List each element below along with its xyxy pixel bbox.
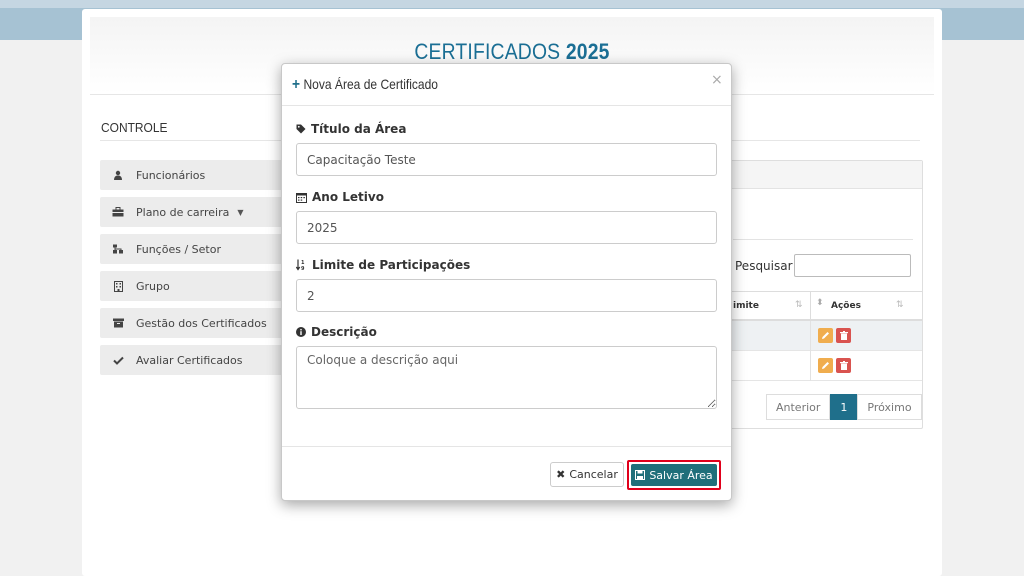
- sort-icon[interactable]: ⇅: [896, 300, 904, 310]
- descricao-textarea[interactable]: [296, 346, 717, 409]
- divider: [810, 321, 811, 351]
- modal-header: + Nova Área de Certificado ×: [282, 64, 731, 106]
- titulo-input[interactable]: [296, 143, 717, 176]
- cancel-button[interactable]: ✖ Cancelar: [550, 462, 624, 487]
- info-icon: [296, 327, 306, 337]
- table-header-row: imite ⇅ ⬍ Ações ⇅: [723, 291, 922, 321]
- new-area-modal: + Nova Área de Certificado × Título da Ár…: [281, 63, 732, 501]
- page-title: CERTIFICADOS 2025: [141, 39, 884, 65]
- briefcase-icon: [110, 207, 126, 217]
- divider: [733, 239, 913, 240]
- sidebar-item-funcionarios[interactable]: Funcionários: [100, 160, 300, 190]
- close-icon[interactable]: ×: [711, 72, 723, 88]
- sidebar-item-label: Funcionários: [136, 168, 206, 182]
- modal-title: + Nova Área de Certificado: [292, 76, 438, 94]
- save-button-label: Salvar Área: [649, 468, 713, 482]
- table-row: [723, 321, 922, 351]
- page-title-prefix: CERTIFICADOS: [414, 39, 561, 64]
- sort-icon: ⬍: [816, 298, 824, 308]
- column-header-acoes[interactable]: Ações: [831, 301, 861, 311]
- sidebar-item-plano-de-carreira[interactable]: Plano de carreira ▼: [100, 197, 300, 227]
- titulo-label-text: Título da Área: [311, 122, 407, 136]
- tag-icon: [296, 124, 306, 134]
- close-icon: ✖: [556, 468, 566, 481]
- pagination-next[interactable]: Próximo: [857, 394, 922, 420]
- trash-icon[interactable]: [836, 328, 851, 343]
- save-icon: [635, 470, 646, 480]
- table-panel-header: [723, 161, 922, 189]
- trash-icon[interactable]: [836, 358, 851, 373]
- page-title-year: 2025: [565, 39, 610, 64]
- descricao-label: Descrição: [296, 325, 377, 339]
- pencil-icon[interactable]: [818, 328, 833, 343]
- limite-label: 19 Limite de Participações: [296, 258, 470, 272]
- sidebar-item-label: Grupo: [136, 279, 170, 293]
- divider: [810, 292, 811, 320]
- sitemap-icon: [110, 244, 126, 254]
- calendar-icon: [296, 192, 307, 203]
- sidebar-heading: CONTROLE: [101, 120, 168, 135]
- pagination-page[interactable]: 1: [830, 394, 858, 420]
- sort-numeric-icon: 19: [296, 259, 307, 271]
- sidebar-item-grupo[interactable]: Grupo: [100, 271, 300, 301]
- pagination: Anterior 1 Próximo: [766, 394, 922, 420]
- cancel-button-label: Cancelar: [569, 468, 618, 481]
- search-input[interactable]: [794, 254, 911, 277]
- sort-icon[interactable]: ⇅: [795, 300, 803, 310]
- ano-label: Ano Letivo: [296, 190, 384, 204]
- save-area-button[interactable]: Salvar Área: [631, 464, 717, 486]
- limite-label-text: Limite de Participações: [312, 258, 471, 272]
- save-button-highlight: Salvar Área: [627, 460, 721, 490]
- certificate-table-panel: Pesquisar imite ⇅ ⬍ Ações ⇅ Anterior 1 P…: [722, 160, 923, 429]
- sidebar-item-funcoes-setor[interactable]: Funções / Setor: [100, 234, 300, 264]
- column-header-limite[interactable]: imite: [733, 301, 759, 311]
- check-icon: [110, 356, 126, 365]
- archive-icon: [110, 318, 126, 328]
- sidebar-item-label: Plano de carreira: [136, 205, 230, 219]
- descricao-label-text: Descrição: [311, 325, 377, 339]
- pencil-icon[interactable]: [818, 358, 833, 373]
- divider: [810, 351, 811, 381]
- ano-label-text: Ano Letivo: [312, 190, 384, 204]
- pagination-prev[interactable]: Anterior: [766, 394, 831, 420]
- modal-title-text: Nova Área de Certificado: [303, 76, 438, 92]
- table-row: [723, 351, 922, 381]
- titulo-label: Título da Área: [296, 122, 406, 136]
- building-icon: [110, 280, 126, 292]
- svg-text:9: 9: [301, 266, 305, 271]
- search-label: Pesquisar: [735, 259, 793, 273]
- sidebar-menu: Funcionários Plano de carreira ▼ Funções…: [100, 160, 300, 382]
- ano-letivo-input[interactable]: [296, 211, 717, 244]
- plus-icon: +: [292, 76, 301, 93]
- caret-down-icon: ▼: [237, 207, 244, 217]
- user-icon: [110, 170, 126, 180]
- sidebar-item-gestao-dos-certificados[interactable]: Gestão dos Certificados: [100, 308, 300, 338]
- sidebar-item-avaliar-certificados[interactable]: Avaliar Certificados: [100, 345, 300, 375]
- sidebar-item-label: Funções / Setor: [136, 242, 221, 256]
- limite-participacoes-input[interactable]: [296, 279, 717, 312]
- modal-footer: ✖ Cancelar Salvar Área: [282, 446, 731, 500]
- sidebar-item-label: Gestão dos Certificados: [136, 316, 267, 330]
- top-band-highlight: [0, 0, 1024, 8]
- sidebar-item-label: Avaliar Certificados: [136, 353, 243, 367]
